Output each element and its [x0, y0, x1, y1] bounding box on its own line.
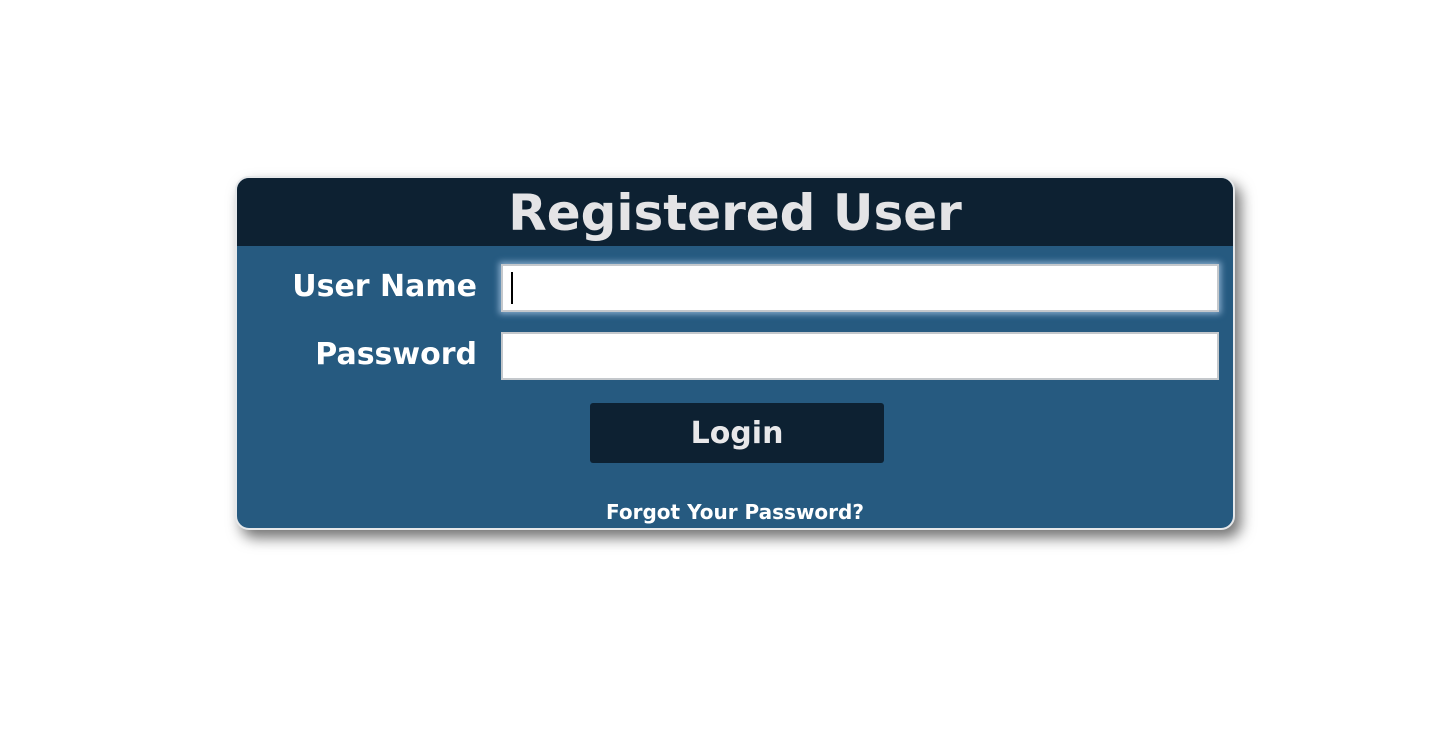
forgot-password-link[interactable]: Forgot Your Password?	[237, 500, 1233, 524]
panel-title: Registered User	[508, 184, 962, 242]
panel-header: Registered User	[237, 178, 1233, 246]
username-label: User Name	[292, 269, 477, 304]
login-panel: Registered User User Name Password Login…	[235, 176, 1235, 530]
text-cursor	[511, 272, 513, 304]
login-button[interactable]: Login	[590, 403, 884, 463]
password-label: Password	[315, 337, 477, 372]
username-input[interactable]	[501, 264, 1219, 312]
password-input[interactable]	[501, 332, 1219, 380]
